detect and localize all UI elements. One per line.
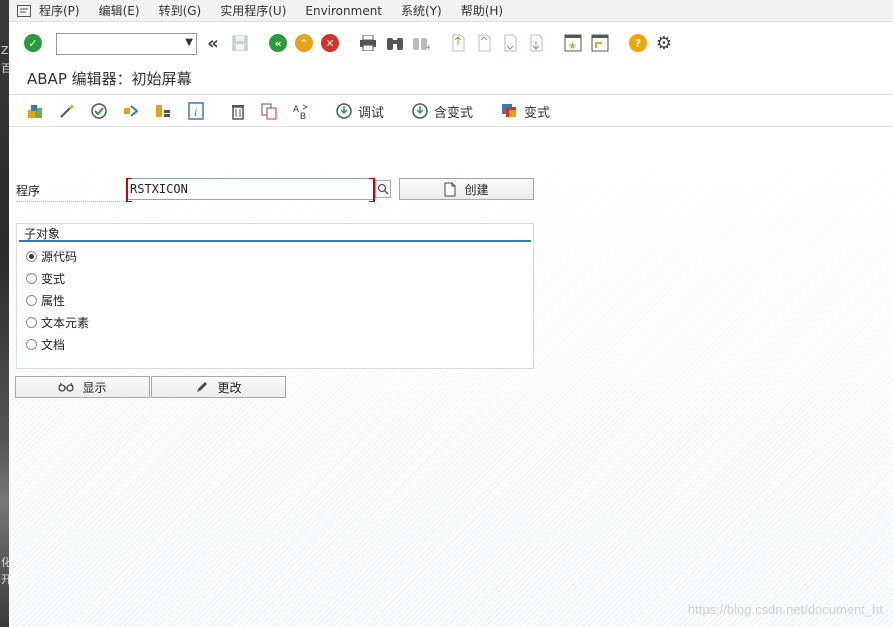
radio-button[interactable] <box>26 272 37 284</box>
create-session-icon[interactable]: ★ <box>564 34 582 52</box>
cancel-icon[interactable]: ✕ <box>321 34 339 52</box>
check-syntax-icon[interactable] <box>90 102 108 120</box>
radio-attributes[interactable]: 属性 <box>26 292 65 308</box>
help-icon[interactable]: ? <box>629 34 647 52</box>
svg-text:+: + <box>425 43 430 51</box>
application-toolbar: ✦ i AB 调试 含变式 变式 <box>9 94 893 127</box>
desktop-background-strip: Z 百 化 开 <box>0 0 12 627</box>
rename-icon[interactable]: AB <box>292 102 310 120</box>
variants-label: 变式 <box>524 105 551 121</box>
sap-gui-window: 程序(P) 编辑(E) 转到(G) 实用程序(U) Environment 系统… <box>9 0 893 627</box>
where-used-icon[interactable] <box>154 102 172 120</box>
debug-variant-label: 含变式 <box>434 105 474 121</box>
menu-help[interactable]: 帮助(H) <box>461 2 503 19</box>
radio-variants[interactable]: 变式 <box>26 270 65 286</box>
radio-label: 文本元素 <box>41 315 90 330</box>
command-field[interactable]: ▼ <box>56 33 197 55</box>
radio-label: 文档 <box>41 337 66 352</box>
variants-icon <box>501 102 519 120</box>
radio-button[interactable] <box>26 316 37 328</box>
settings-gear-icon[interactable]: ⚙ <box>655 33 673 54</box>
last-page-icon[interactable] <box>527 34 545 52</box>
menu-bar: 程序(P) 编辑(E) 转到(G) 实用程序(U) Environment 系统… <box>9 0 893 22</box>
debug-with-variant-button[interactable]: 含变式 <box>411 102 474 121</box>
copy-icon[interactable] <box>260 102 278 120</box>
subobjects-group: 子对象 源代码 变式 属性 文本元素 文档 <box>16 223 534 369</box>
back-icon[interactable]: « <box>269 34 287 52</box>
change-label: 更改 <box>217 380 242 395</box>
svg-text:✦: ✦ <box>68 103 76 113</box>
back-arrows-icon[interactable]: « <box>204 33 222 54</box>
activate-icon[interactable] <box>122 102 140 120</box>
find-icon[interactable] <box>386 34 404 52</box>
radio-text-elements[interactable]: 文本元素 <box>26 314 89 330</box>
display-label: 显示 <box>82 380 107 395</box>
save-icon[interactable] <box>231 34 249 52</box>
debug-icon <box>335 102 353 120</box>
info-icon[interactable]: i <box>187 102 205 120</box>
svg-text:A: A <box>293 104 299 114</box>
menu-environment[interactable]: Environment <box>305 4 382 18</box>
display-button[interactable]: 显示 <box>15 376 150 398</box>
shortcut-icon[interactable] <box>591 34 609 52</box>
radio-source-code[interactable]: 源代码 <box>26 248 77 264</box>
debug-button[interactable]: 调试 <box>335 102 385 121</box>
page-title: ABAP 编辑器：初始屏幕 <box>27 70 192 88</box>
change-button[interactable]: 更改 <box>151 376 286 398</box>
menu-system[interactable]: 系统(Y) <box>401 2 442 19</box>
radio-button-selected[interactable] <box>26 250 37 262</box>
next-page-icon[interactable] <box>501 34 519 52</box>
menu-edit[interactable]: 编辑(E) <box>99 2 140 19</box>
other-object-icon[interactable] <box>26 102 44 120</box>
radio-documentation[interactable]: 文档 <box>26 336 65 352</box>
strip-char: Z <box>1 44 9 57</box>
watermark-text: https://blog.csdn.net/document_ht <box>687 602 883 617</box>
menu-goto[interactable]: 转到(G) <box>159 2 202 19</box>
delete-icon[interactable] <box>229 102 247 120</box>
program-input[interactable]: RSTXICON <box>126 178 375 202</box>
radio-label: 变式 <box>41 271 66 286</box>
program-label: 程序 <box>16 182 126 202</box>
radio-label: 属性 <box>41 293 66 308</box>
svg-text:B: B <box>300 111 306 120</box>
previous-page-icon[interactable] <box>475 34 493 52</box>
create-button[interactable]: 创建 <box>399 178 534 200</box>
radio-label: 源代码 <box>41 249 78 264</box>
debug-variant-icon <box>411 102 429 120</box>
print-icon[interactable] <box>359 34 377 52</box>
create-label: 创建 <box>464 182 489 197</box>
chevron-down-icon[interactable]: ▼ <box>185 37 193 48</box>
svg-text:i: i <box>194 105 197 119</box>
radio-button[interactable] <box>26 294 37 306</box>
variants-button[interactable]: 变式 <box>501 102 551 121</box>
system-toolbar: ✓ ▼ « « ⌃ ✕ + ★ ? ⚙ <box>9 23 893 61</box>
glasses-icon <box>58 382 75 392</box>
enter-check-icon[interactable]: ✓ <box>24 34 42 52</box>
value-help-icon[interactable] <box>375 180 391 198</box>
svg-text:★: ★ <box>568 41 577 52</box>
radio-button[interactable] <box>26 338 37 350</box>
app-menu-icon[interactable] <box>9 4 39 17</box>
magic-wand-icon[interactable]: ✦ <box>58 102 76 120</box>
find-next-icon[interactable]: + <box>412 34 430 52</box>
menu-program[interactable]: 程序(P) <box>39 2 80 19</box>
group-divider <box>19 240 531 242</box>
first-page-icon[interactable] <box>449 34 467 52</box>
pencil-icon <box>195 380 209 394</box>
menu-utilities[interactable]: 实用程序(U) <box>220 2 286 19</box>
new-document-icon <box>444 182 456 197</box>
debug-label: 调试 <box>358 105 385 121</box>
exit-icon[interactable]: ⌃ <box>295 34 313 52</box>
